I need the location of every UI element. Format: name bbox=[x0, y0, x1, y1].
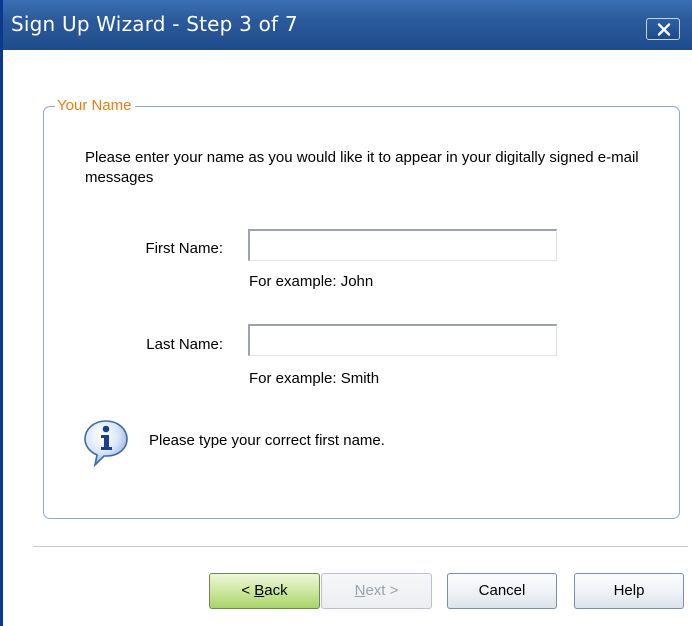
last-name-hint: For example: Smith bbox=[249, 370, 380, 387]
cancel-button[interactable]: Cancel bbox=[447, 573, 557, 609]
close-button[interactable] bbox=[646, 18, 680, 40]
last-name-input[interactable] bbox=[248, 324, 557, 356]
info-icon bbox=[84, 420, 128, 468]
first-name-label: First Name: bbox=[145, 240, 223, 257]
first-name-hint: For example: John bbox=[249, 273, 374, 290]
back-button[interactable]: < Back bbox=[209, 573, 320, 609]
last-name-label: Last Name: bbox=[146, 336, 223, 353]
groupbox-legend: Your Name bbox=[55, 97, 135, 115]
first-name-input[interactable] bbox=[248, 229, 557, 261]
title-bar[interactable]: Sign Up Wizard - Step 3 of 7 bbox=[3, 0, 692, 50]
back-button-mnemonic: B bbox=[254, 582, 265, 599]
next-button-rest: ext > bbox=[365, 582, 399, 599]
info-message: Please type your correct first name. bbox=[149, 432, 385, 449]
window-title: Sign Up Wizard - Step 3 of 7 bbox=[11, 12, 298, 36]
help-button[interactable]: Help bbox=[574, 573, 684, 609]
next-button[interactable]: Next > bbox=[321, 573, 432, 609]
back-button-rest: ack bbox=[264, 582, 288, 599]
wizard-window: Sign Up Wizard - Step 3 of 7 Your Name P… bbox=[0, 0, 692, 626]
back-button-prefix: < bbox=[241, 582, 255, 599]
button-separator bbox=[33, 546, 688, 548]
close-icon bbox=[657, 23, 671, 36]
instructions-text: Please enter your name as you would like… bbox=[85, 149, 639, 186]
next-button-mnemonic: N bbox=[354, 582, 366, 599]
